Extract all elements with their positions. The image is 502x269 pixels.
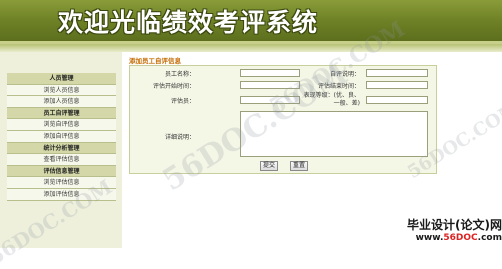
sidebar-item[interactable]: 查看评估信息 [7, 154, 116, 166]
self-review-input[interactable] [366, 69, 428, 77]
section-title: 添加员工自评信息 [129, 57, 181, 65]
sidebar-group-header: 员工自评管理 [7, 107, 116, 120]
review-end-input[interactable] [366, 81, 428, 89]
sidebar-item[interactable]: 浏览人员信息 [7, 84, 116, 97]
submit-button[interactable]: 提交 [260, 161, 278, 171]
sidebar-group-header: 统计分析管理 [7, 142, 116, 155]
sidebar-item[interactable]: 添加自评信息 [7, 130, 116, 143]
review-start-label: 评估开始时间： [152, 83, 195, 90]
details-label: 详细说明： [164, 134, 195, 141]
reviewer-label: 评估员： [170, 98, 195, 105]
reset-button[interactable]: 重置 [290, 161, 308, 171]
site-logo-url: www.56DOC.com [415, 233, 502, 243]
header-band [0, 44, 502, 52]
sidebar-group-header: 人员管理 [7, 73, 116, 85]
header-banner: 欢迎光临绩效考评系统 [0, 0, 502, 44]
grade-input[interactable] [366, 96, 428, 104]
site-logo: 毕业设计(论文)网 www.56DOC.com [384, 216, 502, 248]
site-logo-title: 毕业设计(论文)网 [407, 218, 502, 232]
app-title: 欢迎光临绩效考评系统 [58, 8, 319, 37]
employee-name-label: 员工名称： [164, 71, 195, 78]
sidebar-item[interactable]: 浏览自评信息 [7, 119, 116, 131]
employee-name-input[interactable] [240, 69, 300, 77]
sidebar-item[interactable]: 添加人员信息 [7, 96, 116, 108]
